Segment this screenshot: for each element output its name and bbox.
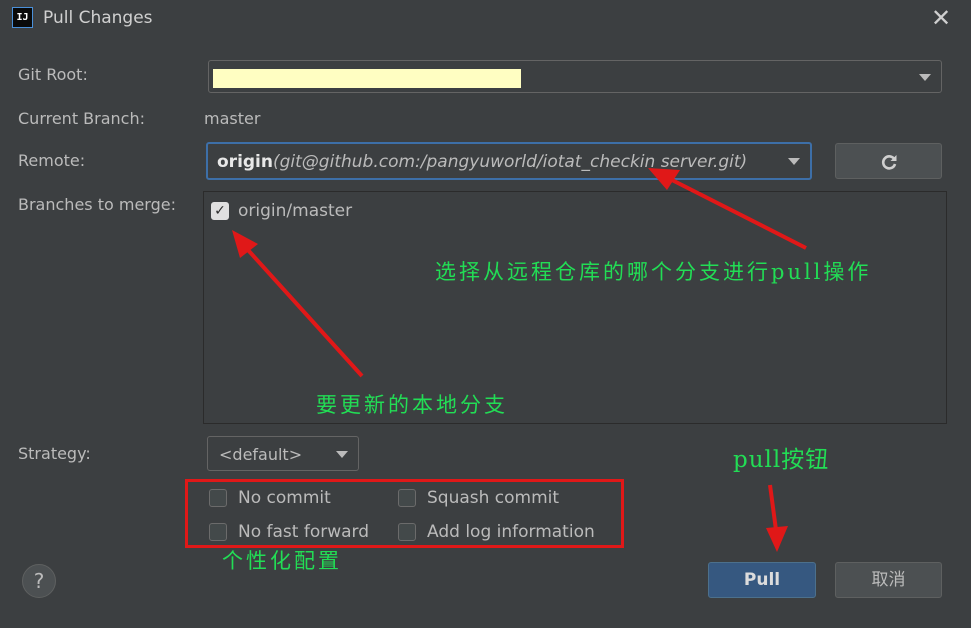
branch-arrow	[232, 230, 364, 378]
remote-arrow	[648, 168, 807, 250]
pull-arrow	[766, 484, 788, 552]
annotation-arrows	[232, 168, 807, 552]
